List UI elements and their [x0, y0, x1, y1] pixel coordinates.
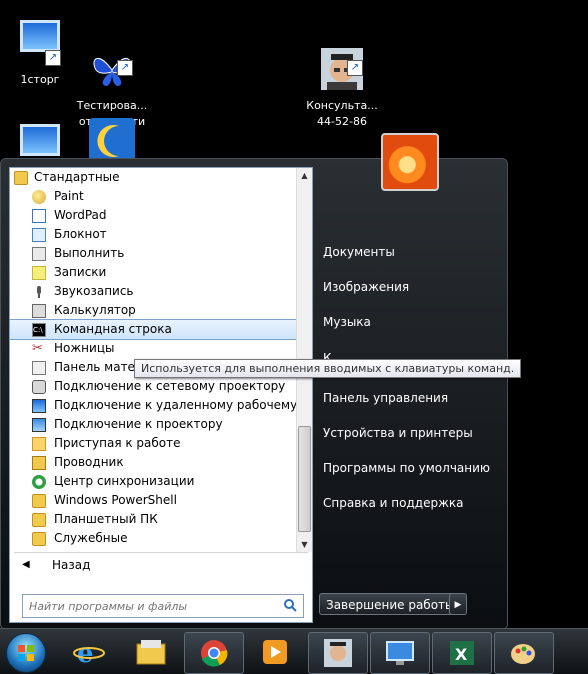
consultant-icon: ↗ [319, 30, 365, 90]
taskbar-file-explorer[interactable] [122, 632, 180, 672]
folder-icon [32, 532, 46, 546]
scrollbar-thumb[interactable] [298, 426, 311, 532]
program-sync-center[interactable]: Центр синхронизации [10, 472, 296, 491]
program-getting-started[interactable]: Приступая к работе [10, 434, 296, 453]
folder-icon [32, 513, 46, 527]
wordpad-icon [32, 209, 46, 223]
taskbar-paint[interactable] [494, 632, 554, 674]
programs-pane: Стандартные Paint WordPad Блокнот Выполн… [9, 167, 313, 623]
desktop-icon-consultant[interactable]: ↗ Консульта... 44-52-86 [302, 14, 382, 146]
search-input[interactable] [23, 596, 275, 617]
program-remote-desktop[interactable]: Подключение к удаленному рабочему сто [10, 396, 296, 415]
program-explorer[interactable]: Проводник [10, 453, 296, 472]
paint-icon [511, 644, 535, 664]
consultant-icon [324, 639, 352, 667]
program-sticky-notes[interactable]: Записки [10, 263, 296, 282]
desktop-icon-label: Консульта... 44-52-86 [306, 99, 378, 128]
link-devices-printers[interactable]: Устройства и принтеры [323, 422, 473, 444]
shutdown-options-chevron-icon[interactable]: ▶ [449, 593, 467, 615]
taskbar-internet-explorer[interactable]: e [60, 632, 118, 672]
run-icon [32, 247, 46, 261]
remote-desktop-icon [32, 399, 46, 413]
back-button[interactable]: ◀ Назад [10, 554, 312, 576]
math-panel-icon [32, 361, 46, 375]
folder-powershell[interactable]: Windows PowerShell [10, 491, 296, 510]
shutdown-button[interactable]: Завершение работы [319, 593, 463, 615]
program-cmd[interactable]: C:\ Командная строка [9, 319, 297, 340]
program-calculator[interactable]: Калькулятор [10, 301, 296, 320]
scissors-icon: ✂ [32, 341, 43, 356]
folder-icon [32, 494, 46, 508]
program-projector[interactable]: Подключение к проектору [10, 415, 296, 434]
chrome-icon [201, 640, 228, 667]
svg-text:e: e [77, 639, 94, 666]
link-music[interactable]: Музыка [323, 311, 371, 333]
scroll-down-icon[interactable]: ▼ [297, 537, 312, 552]
desktop-icon-label: 1сторг [20, 73, 60, 86]
taskbar-chrome[interactable] [184, 632, 244, 674]
right-pane: Документы Изображения Музыка К Панель уп… [313, 133, 507, 629]
folder-open-icon [14, 171, 28, 185]
search-box [22, 594, 304, 618]
taskbar-remote-desktop[interactable] [370, 632, 430, 674]
sync-center-icon [32, 475, 46, 489]
scroll-up-icon[interactable]: ▲ [297, 168, 312, 183]
link-help-support[interactable]: Справка и поддержка [323, 492, 464, 514]
remote-desktop-icon [386, 641, 414, 665]
program-notepad[interactable]: Блокнот [10, 225, 296, 244]
windows-logo-icon [18, 645, 34, 661]
start-button[interactable] [6, 633, 46, 673]
link-pictures[interactable]: Изображения [323, 276, 409, 298]
cmd-icon: C:\ [32, 323, 46, 337]
program-network-projector[interactable]: Подключение к сетевому проектору [10, 377, 296, 396]
link-default-programs[interactable]: Программы по умолчанию [323, 457, 490, 479]
network-projector-icon [32, 380, 46, 394]
media-player-icon [263, 640, 287, 664]
remote-desktop-monitor-icon: ↗ [17, 20, 63, 66]
microphone-icon [32, 285, 46, 299]
divider [14, 552, 308, 553]
back-arrow-icon: ◀ [22, 559, 30, 570]
taskbar-media-player[interactable] [246, 632, 304, 672]
calculator-icon [32, 304, 46, 318]
program-paint[interactable]: Paint [10, 187, 296, 206]
folder-tablet-pc[interactable]: Планшетный ПК [10, 510, 296, 529]
internet-explorer-icon: e [73, 639, 105, 666]
search-icon[interactable] [283, 597, 297, 612]
desktop-icon-1storg[interactable]: ↗ 1сторг [0, 14, 80, 88]
link-control-panel[interactable]: Панель управления [323, 387, 448, 409]
link-documents[interactable]: Документы [323, 241, 395, 263]
folder-accessories[interactable]: Стандартные [10, 168, 296, 187]
program-wordpad[interactable]: WordPad [10, 206, 296, 225]
taskbar-excel[interactable]: X [432, 632, 492, 674]
projector-icon [32, 418, 46, 432]
program-snipping-tool[interactable]: ✂ Ножницы [10, 339, 296, 358]
file-explorer-icon [136, 640, 166, 665]
folder-system-tools[interactable]: Служебные [10, 529, 296, 548]
notepad-icon [32, 228, 46, 242]
sticky-notes-icon [32, 266, 46, 280]
butterfly-icon: ↗ [89, 30, 135, 86]
taskbar-consultant[interactable] [308, 632, 368, 674]
paint-icon [32, 190, 46, 204]
tooltip: Используется для выполнения вводимых с к… [134, 359, 522, 378]
program-run[interactable]: Выполнить [10, 244, 296, 263]
start-menu: Стандартные Paint WordPad Блокнот Выполн… [0, 133, 508, 630]
excel-icon: X [450, 641, 474, 665]
svg-text:X: X [455, 645, 468, 664]
explorer-icon [32, 456, 46, 470]
getting-started-icon [32, 437, 46, 451]
program-sound-recorder[interactable]: Звукозапись [10, 282, 296, 301]
taskbar: e X [0, 628, 588, 674]
user-picture[interactable] [381, 133, 439, 191]
